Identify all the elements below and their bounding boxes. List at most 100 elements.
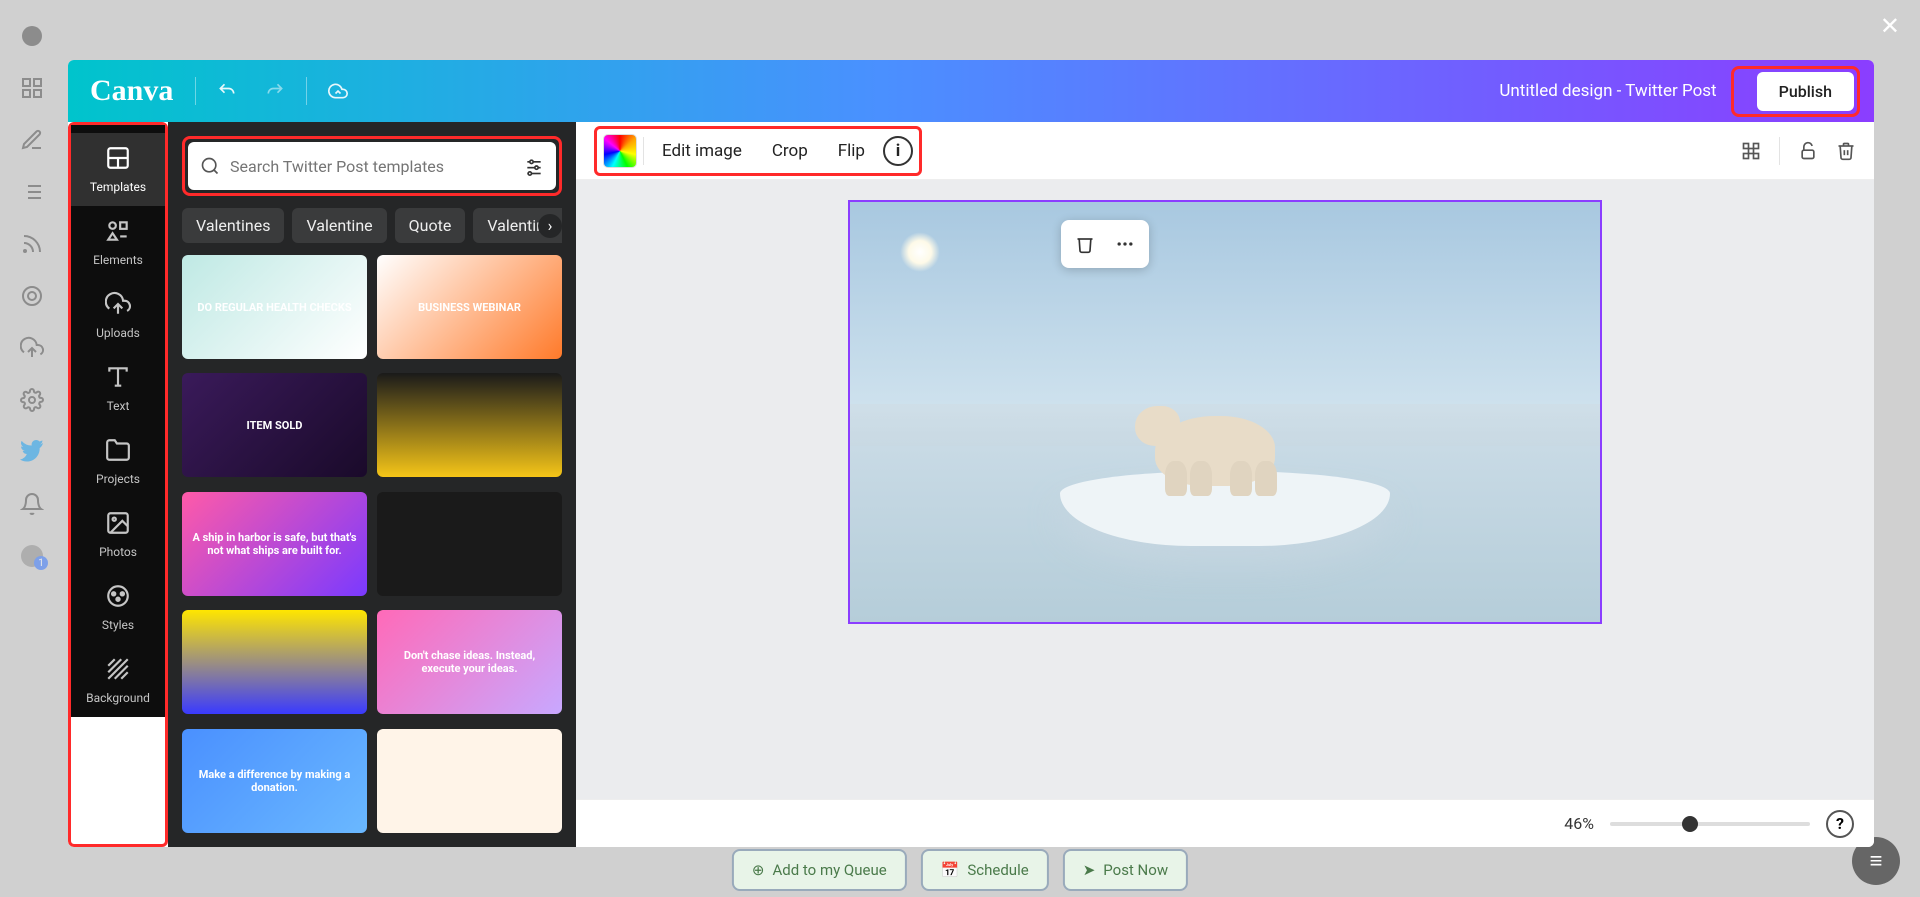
suggestion-chip[interactable]: Quote: [395, 208, 466, 243]
host-app-left-rail: [0, 0, 64, 897]
template-card[interactable]: A ship in harbor is safe, but that's not…: [182, 492, 367, 596]
cloud-sync-icon[interactable]: [321, 74, 355, 108]
schedule-button[interactable]: 📅 Schedule: [921, 849, 1049, 891]
suggestion-chips: ValentinesValentineQuoteValentine›: [182, 208, 562, 243]
side-tab-templates[interactable]: Templates: [71, 133, 165, 206]
template-card[interactable]: [377, 373, 562, 477]
side-tab-label: Text: [107, 399, 130, 413]
template-card[interactable]: BUSINESS WEBINAR: [377, 255, 562, 359]
add-to-queue-button[interactable]: ⊕Add to my Queue: [732, 849, 907, 891]
unlock-icon[interactable]: [1798, 141, 1818, 161]
template-card-text: DO REGULAR HEALTH CHECKS: [197, 301, 351, 314]
floating-element-toolbar: [1061, 220, 1149, 268]
side-tab-background[interactable]: Background: [71, 644, 165, 717]
side-tab-projects[interactable]: Projects: [71, 425, 165, 498]
divider: [1779, 137, 1780, 165]
help-button[interactable]: ?: [1826, 810, 1854, 838]
template-card[interactable]: [377, 492, 562, 596]
selected-image[interactable]: [850, 202, 1600, 622]
divider: [643, 137, 644, 165]
artboard[interactable]: [848, 200, 1602, 624]
canva-editor-modal: Canva Untitled design - Twitter Post Pub…: [68, 60, 1874, 847]
cloud-upload-icon[interactable]: [20, 336, 44, 360]
rss-icon[interactable]: [20, 232, 44, 256]
host-logo-icon: [20, 24, 44, 48]
highlight-context-toolbar: Edit image Crop Flip i: [594, 126, 922, 176]
avatar-icon[interactable]: [20, 544, 44, 568]
side-tab-uploads[interactable]: Uploads: [71, 279, 165, 352]
list-icon[interactable]: [20, 180, 44, 204]
elements-icon: [105, 218, 131, 247]
canvas-stage[interactable]: [576, 180, 1874, 799]
template-grid: DO REGULAR HEALTH CHECKS BUSINESS WEBINAR…: [182, 255, 562, 847]
search-row: [188, 142, 556, 190]
side-tab-styles[interactable]: Styles: [71, 571, 165, 644]
zoom-bar: 46% ?: [576, 799, 1874, 847]
crop-button[interactable]: Crop: [760, 133, 820, 169]
side-tab-label: Photos: [99, 545, 137, 559]
styles-icon: [105, 583, 131, 612]
grid-icon[interactable]: [20, 76, 44, 100]
side-tab-elements[interactable]: Elements: [71, 206, 165, 279]
compose-icon[interactable]: [20, 128, 44, 152]
background-icon: [105, 656, 131, 685]
schedule-label: Schedule: [967, 861, 1028, 879]
templates-icon: [105, 145, 131, 174]
template-card-text: A ship in harbor is safe, but that's not…: [188, 531, 361, 557]
template-card-text: BUSINESS WEBINAR: [418, 301, 521, 314]
document-title[interactable]: Untitled design - Twitter Post: [1499, 81, 1716, 101]
calendar-icon: 📅: [941, 861, 960, 879]
template-card[interactable]: Don't chase ideas. Instead, execute your…: [377, 610, 562, 714]
template-card[interactable]: ITEM SOLD: [182, 373, 367, 477]
side-tabs: Templates Elements Uploads Text Projects Phot…: [71, 125, 165, 717]
chip-scroll-right[interactable]: ›: [538, 214, 562, 238]
transparency-icon[interactable]: [1741, 141, 1761, 161]
post-now-label: Post Now: [1103, 861, 1168, 879]
settings-icon[interactable]: [20, 388, 44, 412]
edit-image-button[interactable]: Edit image: [650, 133, 754, 169]
template-card[interactable]: DO REGULAR HEALTH CHECKS: [182, 255, 367, 359]
delete-icon[interactable]: [1836, 141, 1856, 161]
side-tab-photos[interactable]: Photos: [71, 498, 165, 571]
flip-button[interactable]: Flip: [826, 133, 877, 169]
template-card-text: Don't chase ideas. Instead, execute your…: [383, 649, 556, 675]
side-tab-label: Elements: [93, 253, 143, 267]
more-element-button[interactable]: [1107, 226, 1143, 262]
side-tab-label: Styles: [102, 618, 134, 632]
zoom-thumb[interactable]: [1682, 816, 1698, 832]
highlight-search: [182, 136, 562, 196]
side-tab-label: Background: [86, 691, 150, 705]
template-search-input[interactable]: [230, 157, 514, 176]
suggestion-chip[interactable]: Valentine: [292, 208, 386, 243]
suggestion-chip[interactable]: Valentines: [182, 208, 284, 243]
redo-button[interactable]: [258, 74, 292, 108]
highlight-publish: Publish: [1731, 66, 1860, 117]
color-picker-button[interactable]: [603, 134, 637, 168]
delete-element-button[interactable]: [1067, 226, 1103, 262]
side-tab-label: Uploads: [96, 326, 140, 340]
target-icon[interactable]: [20, 284, 44, 308]
templates-panel: ValentinesValentineQuoteValentine› DO RE…: [168, 122, 576, 847]
projects-icon: [105, 437, 131, 466]
template-card[interactable]: [377, 729, 562, 833]
post-now-button[interactable]: ➤ Post Now: [1063, 849, 1188, 891]
divider: [306, 77, 307, 105]
template-card[interactable]: [182, 610, 367, 714]
send-icon: ➤: [1083, 861, 1096, 879]
undo-button[interactable]: [210, 74, 244, 108]
zoom-slider[interactable]: [1610, 822, 1810, 826]
close-modal-button[interactable]: ✕: [1880, 12, 1900, 40]
side-tab-text[interactable]: Text: [71, 352, 165, 425]
zoom-value: 46%: [1564, 814, 1594, 833]
bell-icon[interactable]: [20, 492, 44, 516]
info-icon[interactable]: i: [883, 136, 913, 166]
canvas-area: Edit image Crop Flip i: [576, 122, 1874, 847]
canva-logo[interactable]: Canva: [82, 74, 181, 108]
filter-icon[interactable]: [524, 156, 544, 176]
publish-button[interactable]: Publish: [1757, 72, 1854, 111]
twitter-icon[interactable]: [20, 440, 44, 464]
template-card[interactable]: Make a difference by making a donation.: [182, 729, 367, 833]
template-card-text: Make a difference by making a donation.: [188, 768, 361, 794]
text-icon: [105, 364, 131, 393]
context-toolbar: Edit image Crop Flip i: [576, 122, 1874, 180]
